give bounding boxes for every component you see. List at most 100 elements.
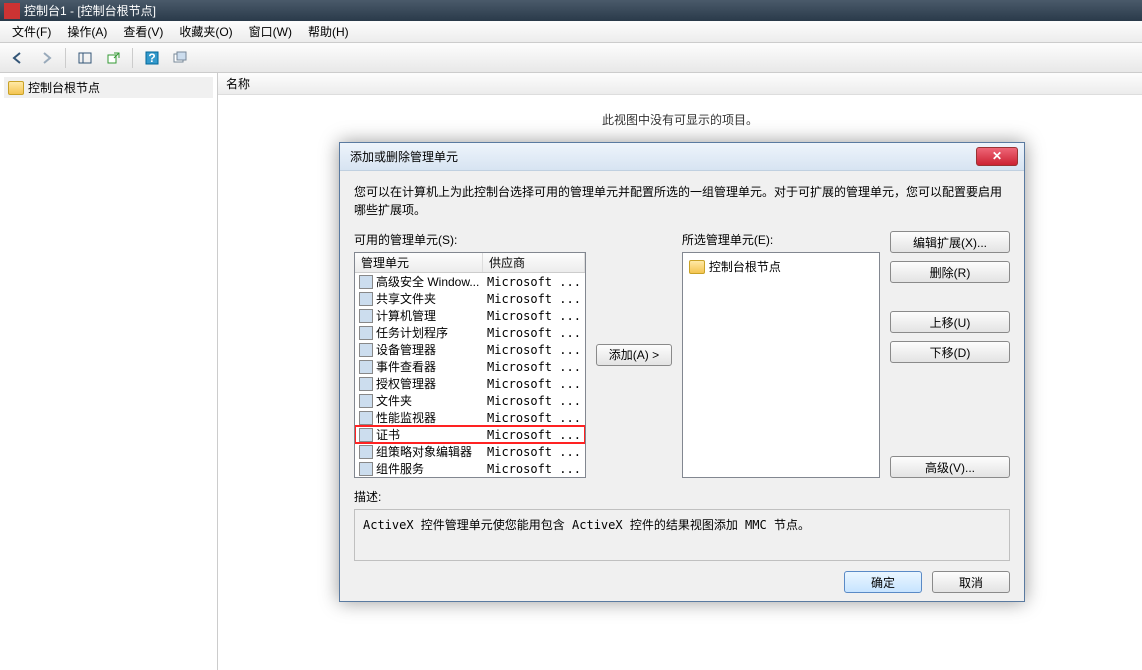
list-item[interactable]: 计算机管理 Microsoft ... xyxy=(355,307,585,324)
menu-help[interactable]: 帮助(H) xyxy=(300,20,357,43)
tree-pane[interactable]: 控制台根节点 xyxy=(0,73,218,670)
menubar: 文件(F) 操作(A) 查看(V) 收藏夹(O) 窗口(W) 帮助(H) xyxy=(0,21,1142,43)
dialog-close-button[interactable]: ✕ xyxy=(976,147,1018,166)
dialog-titlebar[interactable]: 添加或删除管理单元 ✕ xyxy=(340,143,1024,171)
selected-root-label: 控制台根节点 xyxy=(709,258,781,275)
toolbar: ? xyxy=(0,43,1142,73)
snapin-icon xyxy=(359,292,373,306)
snapin-icon xyxy=(359,377,373,391)
list-item[interactable]: 高级安全 Window... Microsoft ... xyxy=(355,273,585,290)
list-item[interactable]: 任务计划程序 Microsoft ... xyxy=(355,324,585,341)
selected-label: 所选管理单元(E): xyxy=(682,231,880,248)
snapin-vendor: Microsoft ... xyxy=(483,445,585,459)
snapin-name: 组策略对象编辑器 xyxy=(376,443,472,460)
arrow-right-icon xyxy=(38,50,54,66)
snapin-vendor: Microsoft ... xyxy=(483,275,585,289)
content-header[interactable]: 名称 xyxy=(218,73,1142,95)
forward-button[interactable] xyxy=(34,46,58,70)
list-item[interactable]: 共享文件夹 Microsoft ... xyxy=(355,290,585,307)
snapin-name: 高级安全 Window... xyxy=(376,273,479,290)
advanced-button[interactable]: 高级(V)... xyxy=(890,456,1010,478)
export-button[interactable] xyxy=(101,46,125,70)
snapin-name: 授权管理器 xyxy=(376,375,436,392)
snapin-vendor: Microsoft ... xyxy=(483,411,585,425)
col-snapin[interactable]: 管理单元 xyxy=(355,253,483,272)
snapin-name: 文件夹 xyxy=(376,392,412,409)
snapin-vendor: Microsoft ... xyxy=(483,309,585,323)
list-item[interactable]: 授权管理器 Microsoft ... xyxy=(355,375,585,392)
menu-file[interactable]: 文件(F) xyxy=(4,20,59,43)
show-hide-tree-button[interactable] xyxy=(73,46,97,70)
cancel-button[interactable]: 取消 xyxy=(932,571,1010,593)
snapin-icon xyxy=(359,275,373,289)
edit-extensions-button[interactable]: 编辑扩展(X)... xyxy=(890,231,1010,253)
snapin-name: 事件查看器 xyxy=(376,358,436,375)
snapin-icon xyxy=(359,360,373,374)
available-label: 可用的管理单元(S): xyxy=(354,231,586,248)
description-text: ActiveX 控件管理单元使您能用包含 ActiveX 控件的结果视图添加 M… xyxy=(354,509,1010,561)
snapin-vendor: Microsoft ... xyxy=(483,326,585,340)
arrow-left-icon xyxy=(10,50,26,66)
col-vendor[interactable]: 供应商 xyxy=(483,253,585,272)
tree-root-label: 控制台根节点 xyxy=(28,79,100,96)
snapin-name: 证书 xyxy=(376,426,400,443)
move-up-button[interactable]: 上移(U) xyxy=(890,311,1010,333)
help-icon: ? xyxy=(144,50,160,66)
snapin-name: 计算机管理 xyxy=(376,307,436,324)
dialog-body: 您可以在计算机上为此控制台选择可用的管理单元并配置所选的一组管理单元。对于可扩展… xyxy=(340,171,1024,571)
snapin-vendor: Microsoft ... xyxy=(483,428,585,442)
toolbar-separator xyxy=(65,48,66,68)
snapin-icon xyxy=(359,394,373,408)
list-item[interactable]: 组策略对象编辑器 Microsoft ... xyxy=(355,443,585,460)
snapin-name: 共享文件夹 xyxy=(376,290,436,307)
list-item[interactable]: 事件查看器 Microsoft ... xyxy=(355,358,585,375)
list-header: 管理单元 供应商 xyxy=(355,253,585,273)
add-remove-snapin-dialog: 添加或删除管理单元 ✕ 您可以在计算机上为此控制台选择可用的管理单元并配置所选的… xyxy=(339,142,1025,602)
list-item[interactable]: 组件服务Microsoft ... xyxy=(355,460,585,477)
add-button[interactable]: 添加(A) > xyxy=(596,344,672,366)
menu-favorites[interactable]: 收藏夹(O) xyxy=(171,20,240,43)
snapin-icon xyxy=(359,462,373,476)
description-label: 描述: xyxy=(354,488,1010,505)
move-down-button[interactable]: 下移(D) xyxy=(890,341,1010,363)
snapin-name: 组件服务 xyxy=(376,460,424,477)
dialog-title: 添加或删除管理单元 xyxy=(350,148,458,165)
snapin-icon xyxy=(359,428,373,442)
list-item[interactable]: 性能监视器 Microsoft ... xyxy=(355,409,585,426)
snapin-name: 性能监视器 xyxy=(376,409,436,426)
snapin-vendor: Microsoft ... xyxy=(483,292,585,306)
list-item[interactable]: 文件夹Microsoft ... xyxy=(355,392,585,409)
list-item[interactable]: 证书 Microsoft ... xyxy=(355,426,585,443)
snapin-name: 设备管理器 xyxy=(376,341,436,358)
back-button[interactable] xyxy=(6,46,30,70)
menu-window[interactable]: 窗口(W) xyxy=(241,20,300,43)
panel-icon xyxy=(77,50,93,66)
new-window-button[interactable] xyxy=(168,46,192,70)
selected-root-item[interactable]: 控制台根节点 xyxy=(687,257,875,276)
window-icon xyxy=(172,50,188,66)
window-title: 控制台1 - [控制台根节点] xyxy=(24,2,156,19)
list-item[interactable]: 设备管理器Microsoft ... xyxy=(355,341,585,358)
menu-view[interactable]: 查看(V) xyxy=(115,20,171,43)
ok-button[interactable]: 确定 xyxy=(844,571,922,593)
window-titlebar: 控制台1 - [控制台根节点] xyxy=(0,0,1142,21)
snapin-icon xyxy=(359,445,373,459)
folder-icon xyxy=(8,81,24,95)
help-button[interactable]: ? xyxy=(140,46,164,70)
snapin-icon xyxy=(359,343,373,357)
snapin-icon xyxy=(359,411,373,425)
toolbar-separator xyxy=(132,48,133,68)
snapin-vendor: Microsoft ... xyxy=(483,360,585,374)
snapin-name: 任务计划程序 xyxy=(376,324,448,341)
svg-text:?: ? xyxy=(148,51,155,65)
remove-button[interactable]: 删除(R) xyxy=(890,261,1010,283)
snapin-icon xyxy=(359,326,373,340)
selected-snapins-tree[interactable]: 控制台根节点 xyxy=(682,252,880,478)
tree-root-item[interactable]: 控制台根节点 xyxy=(4,77,213,98)
menu-action[interactable]: 操作(A) xyxy=(59,20,115,43)
snapin-vendor: Microsoft ... xyxy=(483,377,585,391)
app-icon xyxy=(4,3,20,19)
available-snapins-list[interactable]: 管理单元 供应商 高级安全 Window...Microsoft ...共享文件… xyxy=(354,252,586,478)
dialog-footer: 确定 取消 xyxy=(340,571,1024,605)
folder-icon xyxy=(689,260,705,274)
